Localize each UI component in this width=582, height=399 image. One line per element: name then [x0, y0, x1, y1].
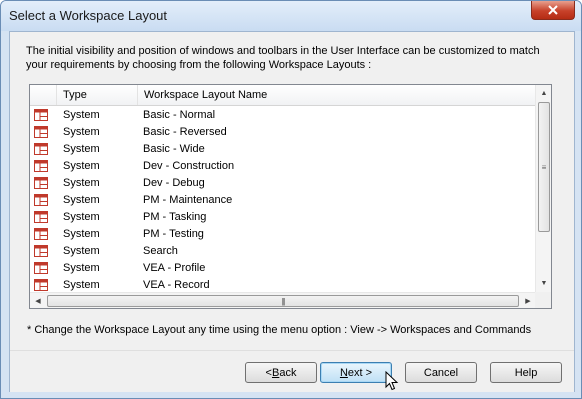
layout-icon	[34, 245, 48, 257]
row-type: System	[63, 228, 100, 240]
row-layout-name: Basic - Normal	[143, 109, 216, 121]
cancel-button[interactable]: Cancel	[405, 362, 477, 383]
horizontal-scrollbar[interactable]: ◀ ||| ▶	[30, 292, 536, 308]
column-header-type[interactable]: Type	[57, 85, 138, 105]
row-layout-name: Basic - Wide	[143, 143, 205, 155]
table-row[interactable]: System Dev - Construction	[30, 158, 536, 175]
horizontal-scroll-thumb[interactable]: |||	[47, 295, 519, 307]
row-layout-name: PM - Testing	[143, 228, 204, 240]
layout-icon	[34, 177, 48, 189]
scroll-right-icon[interactable]: ▶	[520, 293, 536, 309]
layout-icon	[34, 262, 48, 274]
row-type: System	[63, 194, 100, 206]
row-layout-name: VEA - Profile	[143, 262, 206, 274]
row-type: System	[63, 262, 100, 274]
scroll-left-icon[interactable]: ◀	[30, 293, 46, 309]
layout-icon	[34, 211, 48, 223]
vertical-scroll-thumb[interactable]: ≡	[538, 102, 550, 232]
next-button[interactable]: Next >	[320, 362, 392, 383]
table-row[interactable]: System Basic - Wide	[30, 141, 536, 158]
table-row[interactable]: System PM - Testing	[30, 226, 536, 243]
row-layout-name: Search	[143, 245, 178, 257]
table-row[interactable]: System VEA - Profile	[30, 260, 536, 277]
row-type: System	[63, 177, 100, 189]
column-header-icon[interactable]	[30, 85, 57, 105]
row-layout-name: PM - Tasking	[143, 211, 207, 223]
table-header: Type Workspace Layout Name	[30, 85, 536, 106]
layout-icon	[34, 126, 48, 138]
scroll-down-icon[interactable]: ▼	[536, 275, 552, 292]
table-row[interactable]: System Basic - Normal	[30, 107, 536, 124]
help-button[interactable]: Help	[490, 362, 562, 383]
scroll-up-icon[interactable]: ▲	[536, 85, 552, 102]
table-row[interactable]: System Basic - Reversed	[30, 124, 536, 141]
next-button-mnemonic: N	[339, 366, 348, 379]
table-row[interactable]: System Search	[30, 243, 536, 260]
next-button-label: ext >	[347, 366, 373, 379]
layout-icon	[34, 228, 48, 240]
layout-icon	[34, 109, 48, 121]
table-rows: System Basic - Normal System Basic - Revers…	[30, 107, 536, 292]
layout-icon	[34, 143, 48, 155]
table-row[interactable]: System Dev - Debug	[30, 175, 536, 192]
row-type: System	[63, 245, 100, 257]
row-type: System	[63, 211, 100, 223]
row-type: System	[63, 143, 100, 155]
layout-icon	[34, 279, 48, 291]
column-header-name[interactable]: Workspace Layout Name	[138, 85, 536, 105]
scrollbar-corner	[535, 292, 551, 308]
dialog-body: The initial visibility and position of w…	[9, 31, 575, 392]
intro-text: The initial visibility and position of w…	[26, 45, 540, 71]
layout-icon	[34, 160, 48, 172]
row-layout-name: VEA - Record	[143, 279, 210, 291]
close-icon	[548, 5, 558, 15]
back-button[interactable]: < Back	[245, 362, 317, 383]
row-type: System	[63, 109, 100, 121]
row-layout-name: Dev - Construction	[143, 160, 235, 172]
row-type: System	[63, 279, 100, 291]
table-row[interactable]: System PM - Tasking	[30, 209, 536, 226]
layout-icon	[34, 194, 48, 206]
table-row[interactable]: System PM - Maintenance	[30, 192, 536, 209]
back-button-label: ack	[279, 366, 297, 379]
table-row[interactable]: System VEA - Record	[30, 277, 536, 292]
row-layout-name: Dev - Debug	[143, 177, 205, 189]
button-bar: < Back Next > Cancel Help	[10, 350, 574, 392]
window-title: Select a Workspace Layout	[9, 8, 168, 23]
row-layout-name: Basic - Reversed	[143, 126, 227, 138]
back-button-mnemonic: B	[271, 366, 280, 379]
row-type: System	[63, 160, 100, 172]
title-bar: Select a Workspace Layout	[1, 1, 581, 31]
close-button[interactable]	[531, 1, 575, 20]
vertical-scrollbar[interactable]: ▲ ≡ ▼	[535, 85, 551, 292]
mouse-pointer-icon	[385, 371, 399, 391]
dialog-window: Select a Workspace Layout The initial vi…	[0, 0, 582, 399]
layouts-table: Type Workspace Layout Name System Basic -…	[29, 84, 552, 309]
footnote-text: * Change the Workspace Layout any time u…	[27, 324, 532, 336]
row-layout-name: PM - Maintenance	[143, 194, 233, 206]
row-type: System	[63, 126, 100, 138]
